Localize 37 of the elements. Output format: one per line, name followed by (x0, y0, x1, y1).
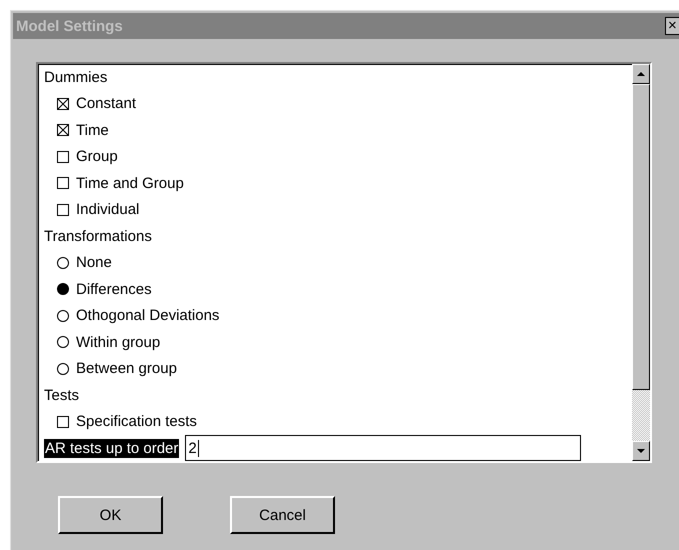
checkbox-label: Group (76, 148, 118, 166)
scroll-down-button[interactable] (632, 441, 650, 461)
section-heading: Dummies (44, 68, 108, 86)
checkbox-label: Constant (76, 95, 136, 112)
checkbox-label: Specification tests (76, 413, 197, 430)
checkbox[interactable] (57, 124, 69, 136)
checkbox[interactable] (57, 98, 69, 110)
cancel-button[interactable]: Cancel (230, 496, 335, 534)
radio-label: None (76, 254, 112, 272)
radio-label: Othogonal Deviations (76, 307, 220, 324)
checkbox-label: Time and Group (76, 174, 184, 192)
checkbox[interactable] (57, 204, 69, 216)
scroll-thumb[interactable] (632, 84, 650, 390)
radio-button[interactable] (57, 283, 69, 296)
field-value: 2 (188, 440, 197, 457)
checkbox[interactable] (57, 416, 69, 428)
ok-button[interactable]: OK (58, 496, 163, 534)
checkbox-label: Time (76, 122, 109, 139)
radio-button[interactable] (57, 310, 69, 322)
down-arrow-icon (637, 449, 645, 453)
radio-label: Between group (76, 360, 177, 378)
section-heading: Tests (44, 386, 80, 404)
radio-button[interactable] (57, 336, 69, 348)
radio-label: Within group (76, 334, 160, 351)
checkbox[interactable] (57, 177, 69, 190)
window-title: Model Settings (16, 18, 123, 34)
section-heading: Transformations (44, 228, 152, 245)
radio-button[interactable] (57, 362, 69, 375)
up-arrow-icon (637, 72, 645, 76)
field-label: AR tests up to order (44, 438, 180, 458)
close-button[interactable]: × (665, 17, 679, 35)
checkbox[interactable] (57, 150, 69, 163)
scroll-up-button[interactable] (632, 64, 650, 84)
checkbox-label: Individual (76, 201, 140, 218)
input-field[interactable]: 2 (185, 435, 582, 461)
radio-label: Differences (76, 280, 152, 298)
radio-button[interactable] (57, 256, 69, 269)
